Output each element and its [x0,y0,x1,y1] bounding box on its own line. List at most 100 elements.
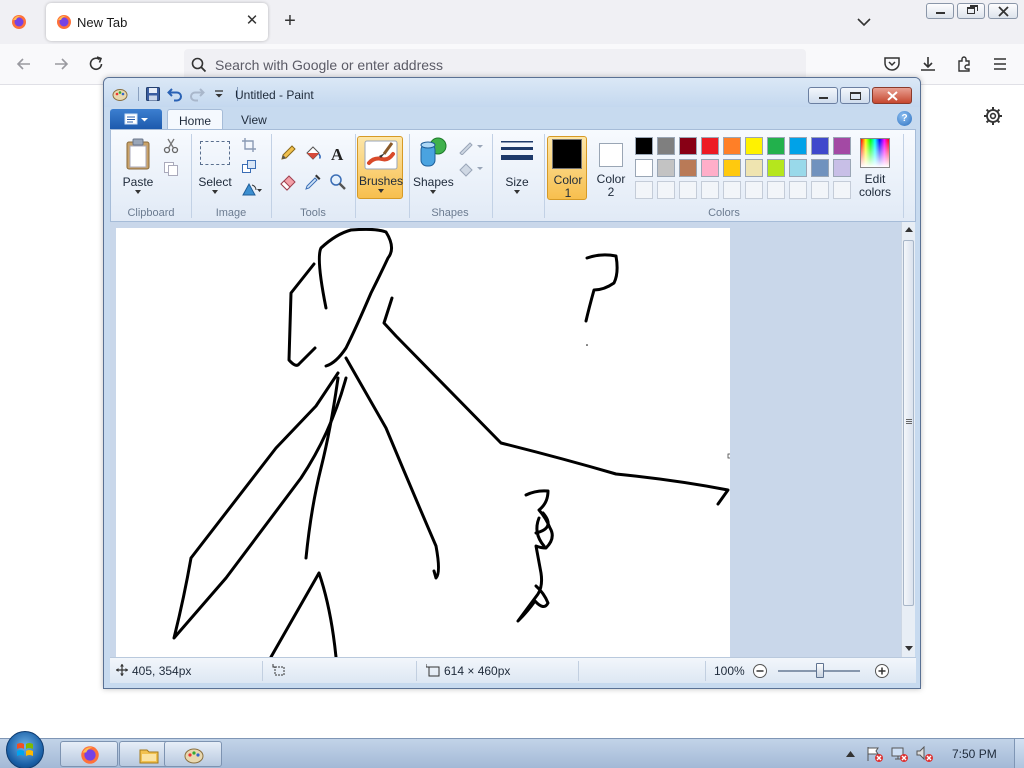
palette-color-swatch[interactable] [833,159,851,177]
gear-icon[interactable] [983,106,1003,126]
custom-color-slot[interactable] [833,181,851,199]
color2-button[interactable]: Color 2 [591,136,631,200]
palette-color-swatch[interactable] [811,159,829,177]
palette-color-swatch[interactable] [723,159,741,177]
tools-group-label: Tools [300,207,326,219]
fill-icon[interactable] [304,144,322,162]
tab-view[interactable]: View [230,109,278,129]
custom-color-slot[interactable] [745,181,763,199]
custom-color-slot[interactable] [767,181,785,199]
redo-icon[interactable] [189,86,205,102]
minimize-button[interactable] [926,3,954,19]
paint-app-icon[interactable] [112,86,128,102]
shape-fill-icon[interactable] [458,161,484,177]
color-picker-icon[interactable] [304,173,322,191]
address-input[interactable] [215,55,775,75]
eraser-icon[interactable] [279,173,297,191]
zoom-slider-thumb[interactable] [816,663,824,678]
palette-color-swatch[interactable] [679,137,697,155]
outline-icon[interactable] [458,139,484,155]
magnifier-icon[interactable] [329,173,347,191]
brushes-button[interactable]: Brushes [357,136,403,199]
scroll-up-icon[interactable] [905,226,913,232]
custom-color-slot[interactable] [811,181,829,199]
restore-button[interactable] [957,3,985,19]
zoom-out-icon[interactable] [752,663,768,679]
save-icon[interactable] [145,86,161,102]
palette-color-swatch[interactable] [833,137,851,155]
palette-color-swatch[interactable] [679,159,697,177]
customize-qat-icon[interactable] [211,86,227,102]
custom-color-slot[interactable] [657,181,675,199]
taskbar-paint[interactable] [164,741,222,767]
paint-close-button[interactable] [872,87,912,104]
resize-icon[interactable] [241,159,257,175]
custom-color-slot[interactable] [701,181,719,199]
select-button[interactable]: Select [197,136,233,198]
menu-icon[interactable] [991,55,1009,73]
custom-color-slot[interactable] [635,181,653,199]
edit-colors-button[interactable]: Edit colors [853,136,897,200]
paint-minimize-button[interactable] [808,87,838,104]
paint-maximize-button[interactable] [840,87,870,104]
volume-icon[interactable] [916,746,934,762]
new-tab-button[interactable]: + [280,11,300,31]
network-icon[interactable] [891,746,909,762]
custom-color-slot[interactable] [723,181,741,199]
scroll-down-icon[interactable] [905,646,913,652]
show-hidden-icons-icon[interactable] [846,750,855,757]
vertical-scrollbar[interactable] [901,222,915,657]
size-button[interactable]: Size [497,136,537,198]
paste-button[interactable]: Paste [120,136,156,198]
help-icon[interactable]: ? [897,111,912,126]
color1-button[interactable]: Color 1 [547,136,587,200]
palette-color-swatch[interactable] [701,137,719,155]
copy-icon[interactable] [163,161,179,177]
extensions-icon[interactable] [955,55,973,73]
selection-size-icon [272,664,285,676]
tab-home[interactable]: Home [167,109,224,129]
reload-icon[interactable] [87,55,105,73]
palette-color-swatch[interactable] [701,159,719,177]
tab-new-tab[interactable]: New Tab ✕ [46,3,268,41]
palette-color-swatch[interactable] [789,159,807,177]
palette-color-swatch[interactable] [635,159,653,177]
palette-color-swatch[interactable] [745,159,763,177]
shapes-button[interactable]: Shapes [413,136,454,198]
custom-color-slot[interactable] [789,181,807,199]
taskbar-firefox[interactable] [60,741,118,767]
palette-color-swatch[interactable] [767,137,785,155]
palette-color-swatch[interactable] [635,137,653,155]
close-button[interactable] [988,3,1018,19]
palette-color-swatch[interactable] [745,137,763,155]
chevron-down-icon[interactable] [855,13,873,31]
action-center-icon[interactable] [866,746,884,762]
pocket-icon[interactable] [883,55,901,73]
start-button[interactable] [6,731,44,768]
clock-time[interactable]: 7:50 PM [952,747,997,761]
ribbon-tabs: Home View ? [110,107,916,129]
tab-close-icon[interactable]: ✕ [244,13,260,29]
downloads-icon[interactable] [919,55,937,73]
pencil-icon[interactable] [279,144,297,162]
zoom-in-icon[interactable] [874,663,890,679]
crop-icon[interactable] [241,137,257,153]
palette-color-swatch[interactable] [723,137,741,155]
palette-color-swatch[interactable] [657,159,675,177]
cut-icon[interactable] [163,138,179,154]
text-icon[interactable]: A [329,144,347,162]
back-icon[interactable] [15,55,33,73]
firefox-view-icon[interactable] [11,14,27,30]
palette-color-swatch[interactable] [657,137,675,155]
paint-menu-button[interactable] [110,109,162,129]
palette-color-swatch[interactable] [811,137,829,155]
forward-icon[interactable] [52,55,70,73]
scrollbar-thumb[interactable] [903,240,914,606]
show-desktop-button[interactable] [1014,739,1024,768]
palette-color-swatch[interactable] [789,137,807,155]
drawing-canvas[interactable] [116,227,733,659]
custom-color-slot[interactable] [679,181,697,199]
rotate-icon[interactable] [241,181,263,197]
undo-icon[interactable] [167,86,183,102]
palette-color-swatch[interactable] [767,159,785,177]
